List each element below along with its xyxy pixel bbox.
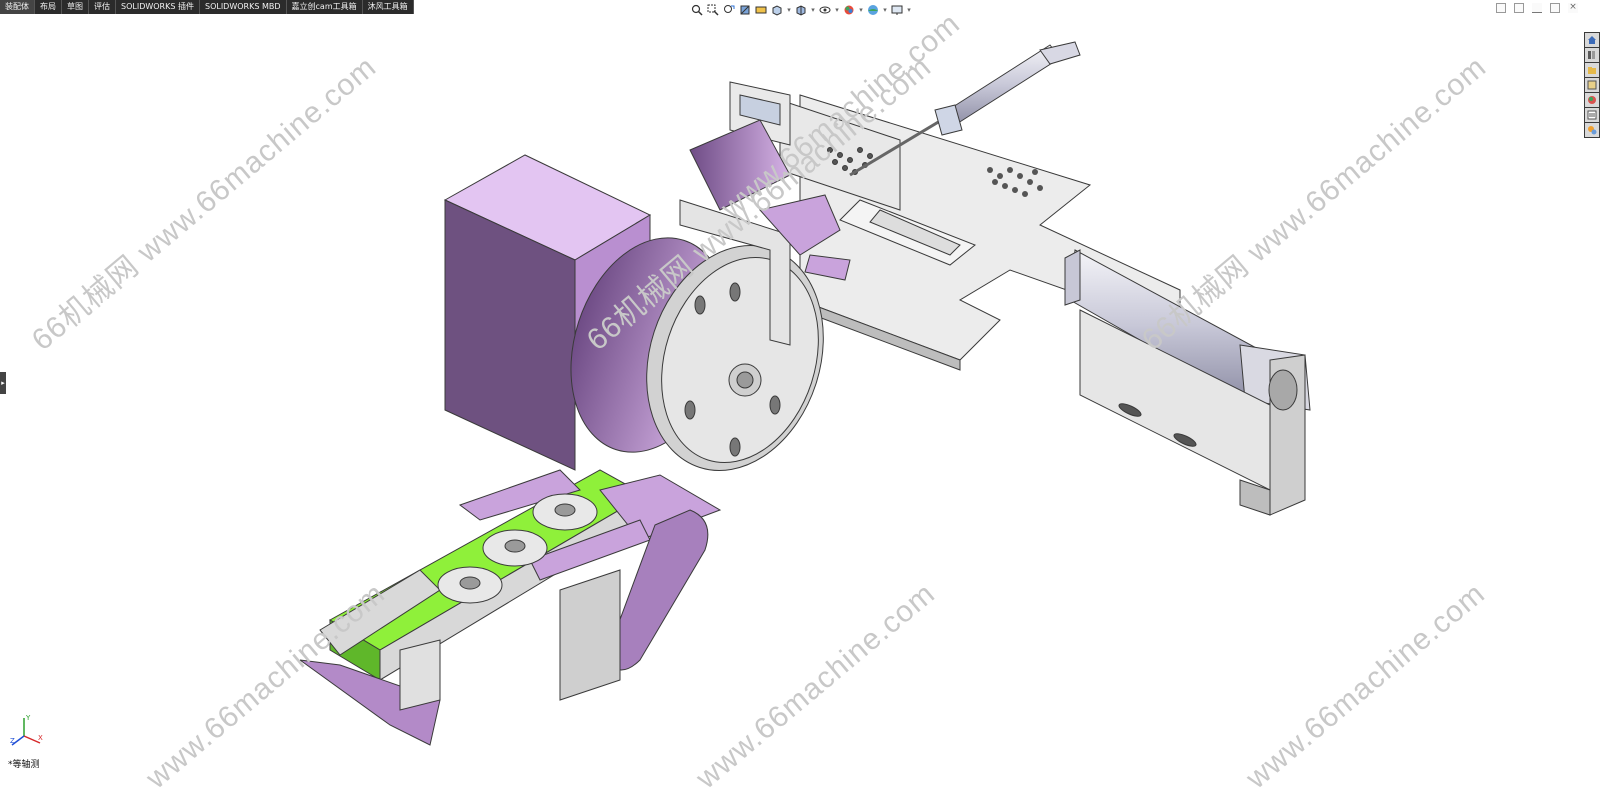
view-orientation-icon[interactable] bbox=[770, 3, 784, 17]
tab-solidworks-mbd[interactable]: SOLIDWORKS MBD bbox=[200, 0, 287, 14]
dynamic-annotation-icon[interactable] bbox=[754, 3, 768, 17]
previous-view-icon[interactable] bbox=[722, 3, 736, 17]
chevron-down-icon[interactable]: ▾ bbox=[834, 6, 840, 14]
forum-icon[interactable] bbox=[1585, 123, 1599, 137]
chevron-right-icon: ▸ bbox=[1, 379, 5, 387]
task-pane bbox=[1584, 32, 1600, 138]
tab-solidworks-addins[interactable]: SOLIDWORKS 插件 bbox=[116, 0, 200, 14]
reference-triad: Y X Z bbox=[10, 714, 43, 746]
view-palette-icon[interactable] bbox=[1585, 78, 1599, 92]
zoom-to-fit-icon[interactable] bbox=[690, 3, 704, 17]
hide-show-items-icon[interactable] bbox=[818, 3, 832, 17]
section-view-icon[interactable] bbox=[738, 3, 752, 17]
chevron-down-icon[interactable]: ▾ bbox=[858, 6, 864, 14]
command-manager-tabs: 装配体 布局 草图 评估 SOLIDWORKS 插件 SOLIDWORKS MB… bbox=[0, 0, 414, 14]
display-style-icon[interactable] bbox=[794, 3, 808, 17]
tile-icon[interactable] bbox=[1496, 3, 1506, 13]
chevron-down-icon[interactable]: ▾ bbox=[906, 6, 912, 14]
custom-properties-icon[interactable] bbox=[1585, 108, 1599, 122]
tab-assembly[interactable]: 装配体 bbox=[0, 0, 35, 14]
restore-icon[interactable] bbox=[1550, 3, 1560, 13]
split-view-icon[interactable] bbox=[1514, 3, 1524, 13]
design-library-icon[interactable] bbox=[1585, 48, 1599, 62]
minimize-icon[interactable] bbox=[1532, 3, 1542, 13]
triad-z-label: Z bbox=[10, 737, 15, 745]
tab-layout[interactable]: 布局 bbox=[35, 0, 62, 14]
viewport-window-controls: × bbox=[1496, 3, 1578, 13]
feature-manager-expand-handle[interactable]: ▸ bbox=[0, 372, 6, 394]
tab-mufeng-toolbox[interactable]: 沐风工具箱 bbox=[363, 0, 414, 14]
appearances-icon[interactable] bbox=[1585, 93, 1599, 107]
home-icon[interactable] bbox=[1585, 33, 1599, 47]
apply-scene-icon[interactable] bbox=[866, 3, 880, 17]
tab-jlc-cam-toolbox[interactable]: 嘉立创cam工具箱 bbox=[287, 0, 363, 14]
tab-sketch[interactable]: 草图 bbox=[62, 0, 89, 14]
view-settings-icon[interactable] bbox=[890, 3, 904, 17]
view-orientation-label: *等轴测 bbox=[8, 760, 40, 770]
zoom-to-area-icon[interactable] bbox=[706, 3, 720, 17]
chevron-down-icon[interactable]: ▾ bbox=[786, 6, 792, 14]
heads-up-view-toolbar: ▾ ▾ ▾ ▾ ▾ ▾ bbox=[690, 1, 912, 19]
close-icon[interactable]: × bbox=[1568, 3, 1578, 13]
edit-appearance-icon[interactable] bbox=[842, 3, 856, 17]
triad-x-label: X bbox=[38, 734, 43, 742]
triad-y-label: Y bbox=[25, 714, 31, 722]
file-explorer-icon[interactable] bbox=[1585, 63, 1599, 77]
chevron-down-icon[interactable]: ▾ bbox=[810, 6, 816, 14]
tab-evaluate[interactable]: 评估 bbox=[89, 0, 116, 14]
assembly-model-viewport[interactable] bbox=[0, 0, 1600, 770]
chevron-down-icon[interactable]: ▾ bbox=[882, 6, 888, 14]
